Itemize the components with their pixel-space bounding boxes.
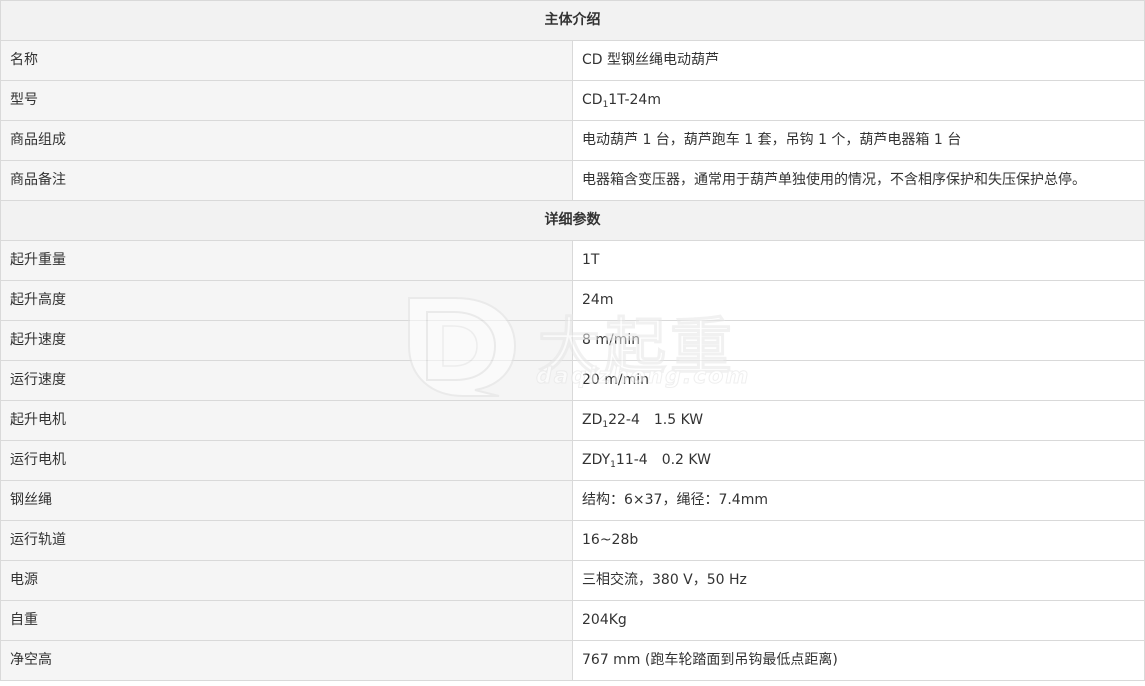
section-title-detail: 详细参数	[0, 200, 1145, 241]
table-row: 电源 三相交流，380 V，50 Hz	[0, 560, 1145, 601]
value-track: 16~28b	[572, 520, 1145, 561]
label-model: 型号	[0, 80, 573, 121]
label-lift-motor: 起升电机	[0, 400, 573, 441]
model-prefix: CD	[582, 92, 603, 108]
table-row: 钢丝绳 结构：6×37，绳径：7.4mm	[0, 480, 1145, 521]
label-lift-height: 起升高度	[0, 280, 573, 321]
table-row: 型号 CD11T-24m	[0, 80, 1145, 121]
label-lift-speed: 起升速度	[0, 320, 573, 361]
table-row: 起升重量 1T	[0, 240, 1145, 281]
label-track: 运行轨道	[0, 520, 573, 561]
value-power: 三相交流，380 V，50 Hz	[572, 560, 1145, 601]
section-row-detail: 详细参数	[0, 200, 1145, 241]
value-lift-weight: 1T	[572, 240, 1145, 281]
value-name: CD 型钢丝绳电动葫芦	[572, 40, 1145, 81]
section-row-intro: 主体介绍	[0, 0, 1145, 41]
label-rope: 钢丝绳	[0, 480, 573, 521]
run-motor-prefix: ZDY	[582, 452, 611, 468]
section-title-intro: 主体介绍	[0, 0, 1145, 41]
spec-table: 主体介绍 名称 CD 型钢丝绳电动葫芦 型号 CD11T-24m 商品组成 电动…	[0, 0, 1145, 681]
table-row: 商品组成 电动葫芦 1 台，葫芦跑车 1 套，吊钩 1 个，葫芦电器箱 1 台	[0, 120, 1145, 161]
label-lift-weight: 起升重量	[0, 240, 573, 281]
value-run-speed: 20 m/min	[572, 360, 1145, 401]
table-row: 商品备注 电器箱含变压器，通常用于葫芦单独使用的情况，不含相序保护和失压保护总停…	[0, 160, 1145, 201]
value-lift-height: 24m	[572, 280, 1145, 321]
value-model: CD11T-24m	[572, 80, 1145, 121]
table-row: 自重 204Kg	[0, 600, 1145, 641]
table-row: 净空高 767 mm (跑车轮踏面到吊钩最低点距离)	[0, 640, 1145, 681]
label-self-weight: 自重	[0, 600, 573, 641]
label-clearance: 净空高	[0, 640, 573, 681]
label-composition: 商品组成	[0, 120, 573, 161]
table-row: 起升电机 ZD122-4 1.5 KW	[0, 400, 1145, 441]
lift-motor-suffix: 22-4	[608, 412, 640, 428]
value-rope: 结构：6×37，绳径：7.4mm	[572, 480, 1145, 521]
lift-motor-prefix: ZD	[582, 412, 603, 428]
value-lift-speed: 8 m/min	[572, 320, 1145, 361]
label-run-speed: 运行速度	[0, 360, 573, 401]
table-row: 运行轨道 16~28b	[0, 520, 1145, 561]
label-run-motor: 运行电机	[0, 440, 573, 481]
value-remark: 电器箱含变压器，通常用于葫芦单独使用的情况，不含相序保护和失压保护总停。	[572, 160, 1145, 201]
value-self-weight: 204Kg	[572, 600, 1145, 641]
value-clearance: 767 mm (跑车轮踏面到吊钩最低点距离)	[572, 640, 1145, 681]
label-power: 电源	[0, 560, 573, 601]
value-lift-motor: ZD122-4 1.5 KW	[572, 400, 1145, 441]
table-row: 起升高度 24m	[0, 280, 1145, 321]
lift-motor-power: 1.5 KW	[653, 412, 704, 428]
label-remark: 商品备注	[0, 160, 573, 201]
run-motor-suffix: 11-4	[615, 452, 648, 468]
value-run-motor: ZDY111-4 0.2 KW	[572, 440, 1145, 481]
value-composition: 电动葫芦 1 台，葫芦跑车 1 套，吊钩 1 个，葫芦电器箱 1 台	[572, 120, 1145, 161]
table-row: 运行电机 ZDY111-4 0.2 KW	[0, 440, 1145, 481]
model-suffix: 1T-24m	[608, 92, 661, 108]
table-row: 名称 CD 型钢丝绳电动葫芦	[0, 40, 1145, 81]
run-motor-power: 0.2 KW	[661, 452, 711, 468]
table-row: 运行速度 20 m/min	[0, 360, 1145, 401]
label-name: 名称	[0, 40, 573, 81]
table-row: 起升速度 8 m/min	[0, 320, 1145, 361]
